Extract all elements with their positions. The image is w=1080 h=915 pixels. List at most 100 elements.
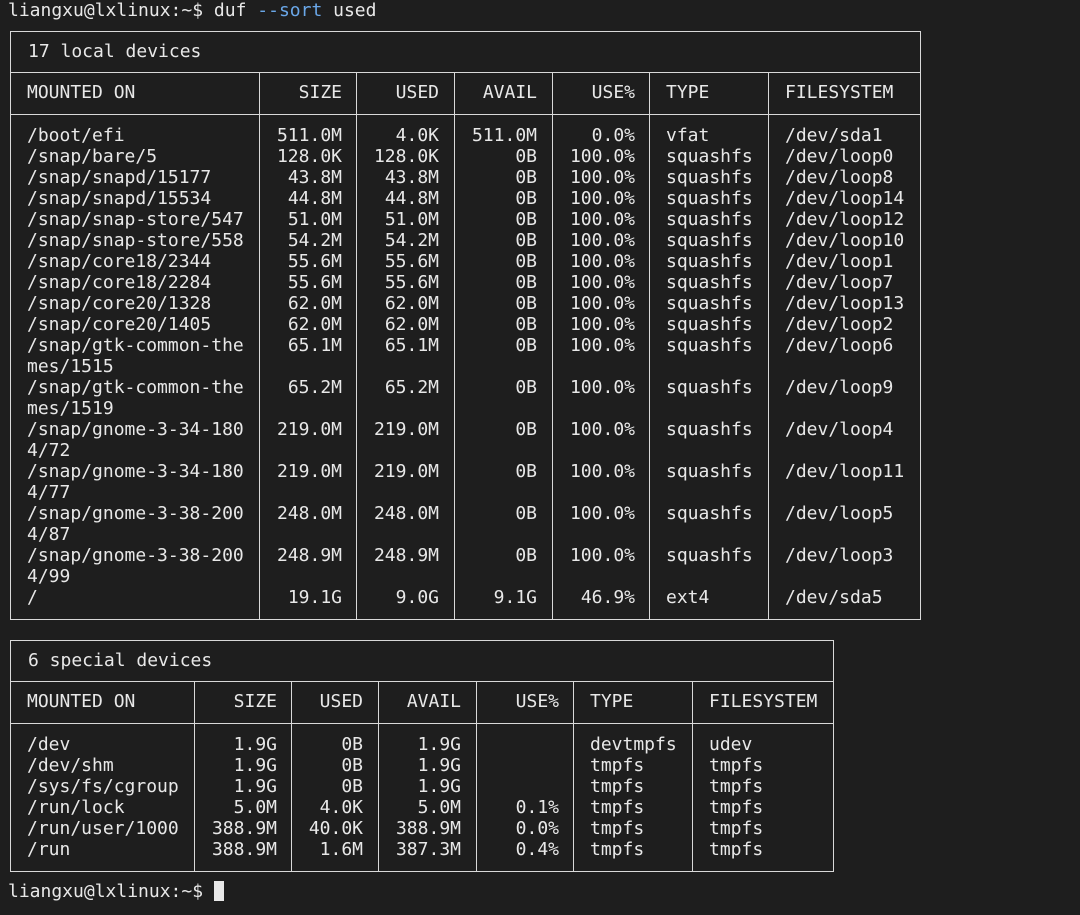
table-cell: 100.0% bbox=[569, 545, 635, 566]
table-cell: squashfs bbox=[666, 293, 753, 314]
header-mounted-on: MOUNTED ON bbox=[11, 682, 195, 723]
table-cell: /dev/loop10 bbox=[785, 230, 905, 251]
table-cell: 511.0M bbox=[471, 125, 537, 146]
table-cell: 65.2M bbox=[384, 377, 439, 398]
header-avail: AVAIL bbox=[379, 682, 477, 723]
table-cell: 100.0% bbox=[569, 167, 635, 188]
table-cell: / bbox=[27, 587, 38, 608]
table-cell: ext4 bbox=[666, 587, 710, 608]
table-cell: 62.0M bbox=[287, 314, 342, 335]
table-cell: 0B bbox=[515, 377, 537, 398]
table-cell: /snap/core20/1328 bbox=[27, 293, 212, 314]
header-filesystem: FILESYSTEM bbox=[785, 82, 894, 103]
table-cell: /dev/loop1 bbox=[785, 251, 894, 272]
table-cell: /snap/snap-store/558 bbox=[27, 230, 244, 251]
command-line: liangxu@lxlinux:~$ duf --sort used bbox=[8, 0, 376, 21]
table-cell-spacer bbox=[357, 356, 439, 377]
table-cell: /snap/core18/2284 bbox=[27, 272, 212, 293]
table-cell: 248.9M bbox=[276, 545, 342, 566]
table-cell: 0B bbox=[515, 188, 537, 209]
local-devices-table: 17 local devices MOUNTED ON SIZE USED AV… bbox=[10, 31, 921, 620]
table-cell-spacer bbox=[553, 398, 635, 419]
table-cell-spacer bbox=[666, 356, 768, 377]
table-cell: 511.0M bbox=[276, 125, 342, 146]
table-cell-spacer bbox=[666, 440, 768, 461]
table-cell: 100.0% bbox=[569, 209, 635, 230]
table-cell: squashfs bbox=[666, 167, 753, 188]
column-avail: 1.9G 1.9G 1.9G 5.0M 388.9M 387.3M bbox=[379, 724, 477, 871]
prompt-user-host: liangxu@lxlinux:~$ bbox=[8, 0, 214, 21]
local-devices-title: 17 local devices bbox=[11, 32, 920, 73]
table-cell: /dev/loop6 bbox=[785, 335, 894, 356]
table-cell: /dev/loop3 bbox=[785, 545, 894, 566]
shell-prompt[interactable]: liangxu@lxlinux:~$ bbox=[8, 881, 224, 902]
table-cell-spacer bbox=[260, 482, 342, 503]
table-cell: 43.8M bbox=[287, 167, 342, 188]
table-cell: squashfs bbox=[666, 251, 753, 272]
column-avail: 511.0M 0B 0B 0B 0B 0B 0B 0B 0B 0B 0B 0B 0B 0B 0B 0B 9.1G bbox=[455, 115, 553, 619]
table-cell: 0B bbox=[341, 776, 363, 797]
command-flag: --sort bbox=[257, 0, 323, 21]
table-cell-spacer bbox=[785, 398, 919, 419]
terminal-window[interactable]: liangxu@lxlinux:~$ duf --sort used 17 lo… bbox=[0, 0, 1080, 915]
table-cell: tmpfs bbox=[709, 818, 764, 839]
special-devices-title: 6 special devices bbox=[11, 641, 833, 682]
table-cell: 100.0% bbox=[569, 146, 635, 167]
table-cell: 1.6M bbox=[319, 839, 363, 860]
table-cell: 0B bbox=[515, 230, 537, 251]
table-cell: squashfs bbox=[666, 377, 753, 398]
table-cell: 1.9G bbox=[233, 776, 277, 797]
table-cell: tmpfs bbox=[709, 755, 764, 776]
table-cell: 51.0M bbox=[384, 209, 439, 230]
table-cell: 100.0% bbox=[569, 461, 635, 482]
table-cell: squashfs bbox=[666, 503, 753, 524]
table-cell: 54.2M bbox=[287, 230, 342, 251]
table-cell: 0B bbox=[515, 503, 537, 524]
table-cell: /snap/gnome-3-34-180 bbox=[27, 419, 244, 440]
table-cell: 65.1M bbox=[384, 335, 439, 356]
table-cell: 0B bbox=[515, 314, 537, 335]
table-cell: 44.8M bbox=[384, 188, 439, 209]
table-cell: tmpfs bbox=[709, 776, 764, 797]
table-cell-spacer bbox=[357, 440, 439, 461]
table-cell: devtmpfs bbox=[590, 734, 677, 755]
table-cell: 128.0K bbox=[373, 146, 439, 167]
table-cell: 0B bbox=[515, 272, 537, 293]
table-cell: 0B bbox=[515, 335, 537, 356]
table-cell: 0B bbox=[515, 146, 537, 167]
header-type: TYPE bbox=[574, 682, 693, 723]
column-filesystem: udev tmpfs tmpfs tmpfs tmpfs tmpfs bbox=[693, 724, 832, 871]
table-cell: 100.0% bbox=[569, 188, 635, 209]
header-use-percent: USE% bbox=[477, 682, 574, 723]
table-cell-spacer bbox=[357, 482, 439, 503]
command-name: duf bbox=[213, 0, 258, 21]
table-cell: 55.6M bbox=[287, 251, 342, 272]
header-filesystem: FILESYSTEM bbox=[709, 691, 818, 712]
table-cell: /dev/loop14 bbox=[785, 188, 905, 209]
table-cell: /snap/gnome-3-38-200 bbox=[27, 503, 244, 524]
table-cell: 9.0G bbox=[395, 587, 439, 608]
table-cell: 0.0% bbox=[591, 125, 635, 146]
table-cell: tmpfs bbox=[590, 839, 645, 860]
table-cell: /dev/sda1 bbox=[785, 125, 883, 146]
table-cell: 65.1M bbox=[287, 335, 342, 356]
table-cell: 1.9G bbox=[233, 755, 277, 776]
table-cell: udev bbox=[709, 734, 753, 755]
table-cell: /dev/shm bbox=[27, 755, 114, 776]
table-cell: 0B bbox=[515, 545, 537, 566]
table-cell: /dev/loop9 bbox=[785, 377, 894, 398]
table-cell: 100.0% bbox=[569, 272, 635, 293]
table-cell: 219.0M bbox=[276, 419, 342, 440]
table-cell: 1.9G bbox=[417, 734, 461, 755]
table-cell-wrap: mes/1519 bbox=[27, 398, 114, 419]
table-cell: 0B bbox=[515, 419, 537, 440]
header-size: SIZE bbox=[195, 682, 292, 723]
table-cell: /snap/core20/1405 bbox=[27, 314, 212, 335]
table-cell: 0B bbox=[341, 734, 363, 755]
text-cursor bbox=[213, 881, 224, 901]
table-cell-spacer bbox=[785, 524, 919, 545]
table-cell-wrap: 4/87 bbox=[27, 524, 71, 545]
table-cell: /dev bbox=[27, 734, 71, 755]
table-cell: /snap/core18/2344 bbox=[27, 251, 212, 272]
column-use-percent: 0.1% 0.0% 0.4% bbox=[477, 724, 574, 871]
